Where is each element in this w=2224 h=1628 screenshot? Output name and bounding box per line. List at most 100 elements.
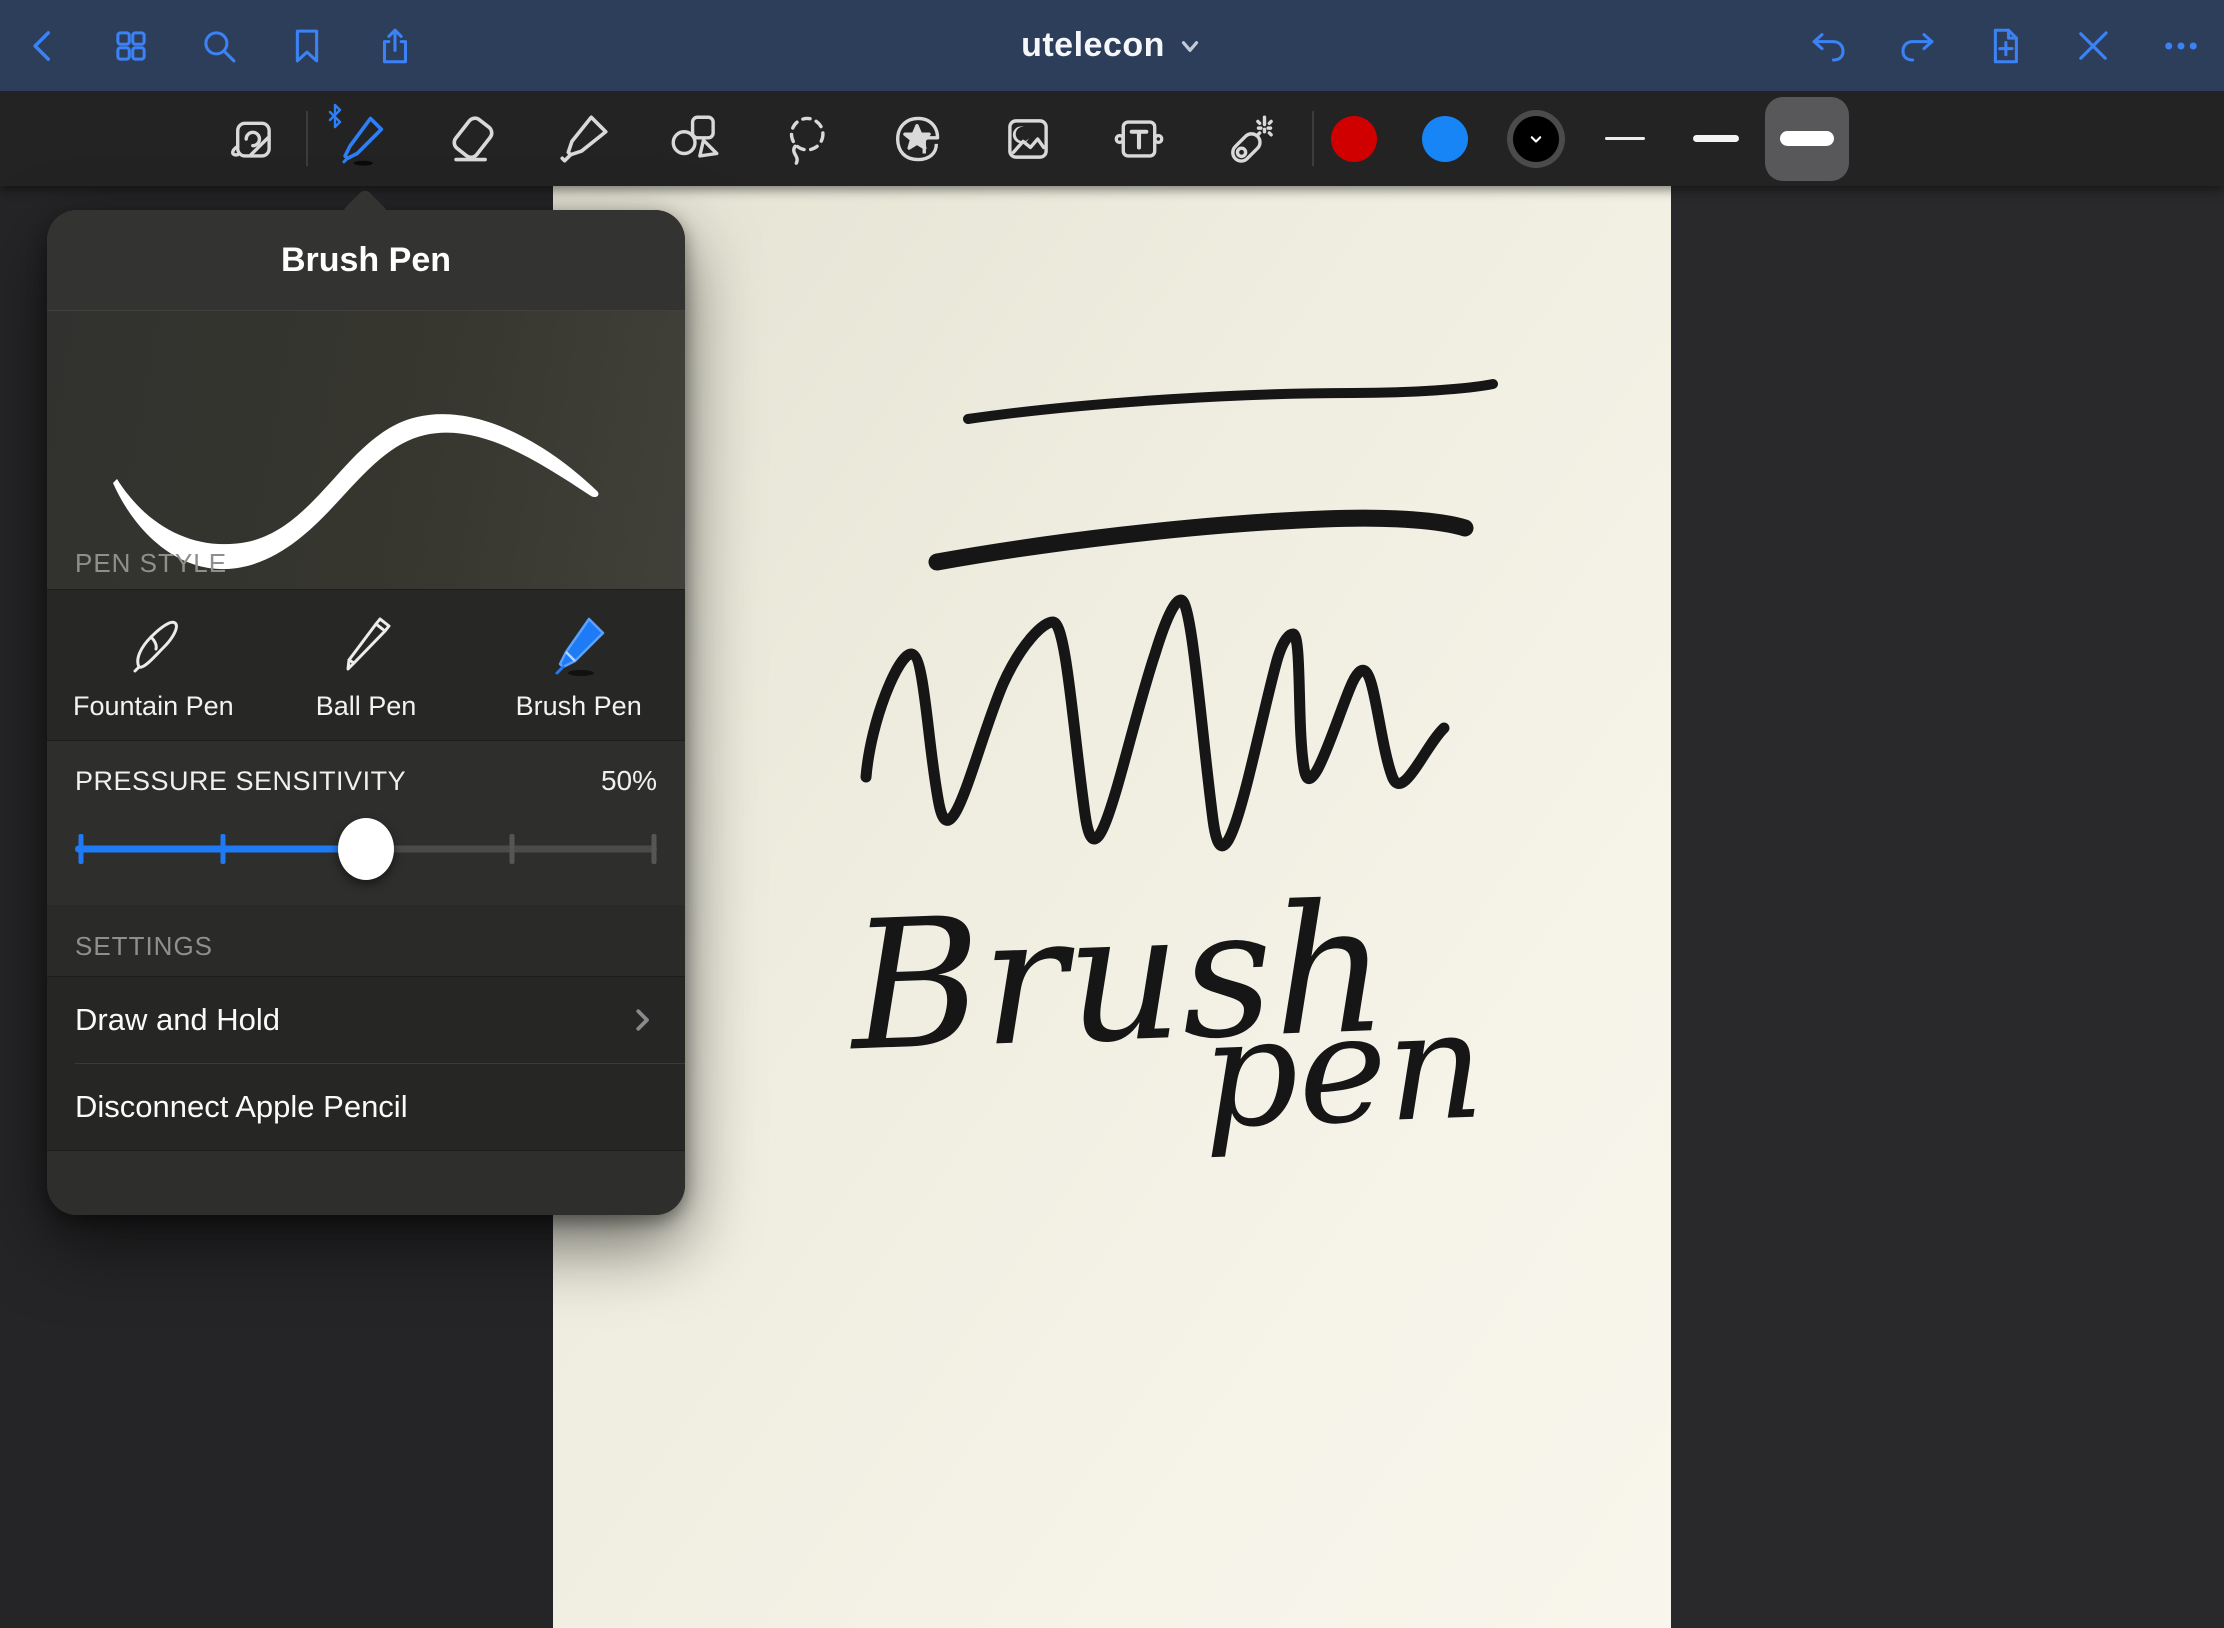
laser-pointer-tool-button[interactable] (1217, 103, 1283, 175)
tool-group (218, 91, 1283, 186)
eraser-icon (444, 110, 502, 168)
redo-icon (1896, 25, 1938, 67)
lasso-icon (777, 110, 835, 168)
slider-tick-0 (78, 834, 83, 864)
toolbar-divider (306, 111, 308, 166)
highlighter-tool-button[interactable] (551, 103, 617, 175)
draw-and-hold-row[interactable]: Draw and Hold (47, 977, 685, 1063)
undo-icon (1808, 25, 1850, 67)
settings-section-label: SETTINGS (75, 931, 213, 961)
pen-style-brush-pen-selected[interactable]: Brush Pen (472, 590, 685, 740)
brush-pen-icon-selected (543, 609, 615, 681)
pen-mode-toggle-button[interactable] (2070, 23, 2116, 69)
top-navigation-bar: utelecon (0, 0, 2224, 91)
search-icon (198, 25, 240, 67)
nav-left-group (20, 23, 418, 69)
elements-tool-button[interactable] (884, 103, 950, 175)
color-swatch-group (1325, 91, 1565, 186)
slider-thumb[interactable] (338, 818, 394, 880)
color-swatch-red[interactable] (1325, 110, 1383, 168)
pen-style-section-label: PEN STYLE (75, 548, 227, 579)
image-icon (999, 110, 1057, 168)
pen-style-fountain-pen[interactable]: Fountain Pen (47, 590, 260, 740)
undo-button[interactable] (1806, 23, 1852, 69)
stroke-width-thin-button[interactable] (1583, 97, 1667, 181)
title-chevron-down-icon[interactable] (1177, 33, 1203, 59)
fountain-pen-icon (117, 609, 189, 681)
medium-line-icon (1693, 135, 1739, 142)
disconnect-apple-pencil-label: Disconnect Apple Pencil (75, 1089, 408, 1125)
pen-mode-toggle-icon (2072, 25, 2114, 67)
settings-section: SETTINGS (47, 905, 685, 976)
stroke-preview-area: PEN STYLE (47, 311, 685, 589)
ink-strokes: Brush pen (553, 186, 1671, 1628)
thumbnails-button[interactable] (108, 23, 154, 69)
document-title[interactable]: utelecon (1021, 26, 1165, 65)
stroke-zigzag (866, 600, 1444, 846)
popover-header: Brush Pen (47, 210, 685, 311)
chevron-right-icon (627, 1005, 657, 1035)
slider-tick-75 (509, 834, 514, 864)
more-ellipsis-icon (2160, 25, 2202, 67)
color-swatch-black-selected[interactable] (1507, 110, 1565, 168)
ball-pen-icon (330, 609, 402, 681)
stroke-thick-line (937, 518, 1465, 562)
image-tool-button[interactable] (995, 103, 1061, 175)
pen-style-label: Ball Pen (316, 691, 417, 722)
shapes-icon (666, 110, 724, 168)
drawing-toolbar (0, 91, 2224, 186)
pen-style-label: Brush Pen (516, 691, 642, 722)
bluetooth-icon (325, 103, 345, 134)
redo-button[interactable] (1894, 23, 1940, 69)
lasso-tool-button[interactable] (773, 103, 839, 175)
back-icon (22, 25, 64, 67)
elements-sticker-icon (888, 110, 946, 168)
pressure-sensitivity-section: PRESSURE SENSITIVITY 50% (47, 741, 685, 905)
color-swatch-blue[interactable] (1416, 110, 1474, 168)
popover-footer (47, 1151, 685, 1215)
pressure-sensitivity-label: PRESSURE SENSITIVITY (75, 766, 406, 797)
text-tool-button[interactable] (1106, 103, 1172, 175)
bookmark-icon (286, 25, 328, 67)
search-button[interactable] (196, 23, 242, 69)
more-options-button[interactable] (2158, 23, 2204, 69)
pressure-slider[interactable] (75, 801, 657, 897)
laser-pointer-icon (1221, 110, 1279, 168)
pen-style-label: Fountain Pen (73, 691, 234, 722)
bookmark-button[interactable] (284, 23, 330, 69)
pressure-sensitivity-value: 50% (601, 765, 657, 797)
stroke-width-group (1583, 91, 1849, 186)
slider-tick-100 (652, 834, 657, 864)
brush-pen-popover: Brush Pen PEN STYLE Fountain Pen Ball Pe… (47, 210, 685, 1215)
eraser-tool-button[interactable] (440, 103, 506, 175)
shapes-tool-button[interactable] (662, 103, 728, 175)
panel-toggle-icon (222, 110, 280, 168)
highlighter-icon (555, 110, 613, 168)
draw-and-hold-label: Draw and Hold (75, 1002, 280, 1038)
thick-line-icon (1780, 131, 1834, 146)
text-icon (1110, 110, 1168, 168)
pen-tool-button[interactable] (329, 103, 395, 175)
pen-style-options: Fountain Pen Ball Pen Brush Pen (47, 589, 685, 741)
share-icon (374, 25, 416, 67)
disconnect-apple-pencil-row[interactable]: Disconnect Apple Pencil (47, 1064, 685, 1150)
stroke-thin-line (968, 384, 1493, 419)
notebook-page[interactable]: Brush pen (553, 186, 1671, 1628)
toolbar-divider (1312, 111, 1314, 166)
handwriting-group: Brush pen (844, 861, 1486, 1174)
panel-toggle-button[interactable] (218, 103, 284, 175)
thumbnails-grid-icon (110, 25, 152, 67)
pen-style-ball-pen[interactable]: Ball Pen (260, 590, 473, 740)
stroke-width-medium-button[interactable] (1674, 97, 1758, 181)
add-page-button[interactable] (1982, 23, 2028, 69)
popover-title: Brush Pen (281, 241, 451, 280)
slider-tick-25 (221, 834, 226, 864)
share-button[interactable] (372, 23, 418, 69)
nav-right-group (1806, 23, 2204, 69)
swatch-chevron-down-icon (1526, 129, 1546, 149)
stroke-width-thick-button[interactable] (1765, 97, 1849, 181)
back-button[interactable] (20, 23, 66, 69)
settings-rows: Draw and Hold Disconnect Apple Pencil (47, 976, 685, 1151)
handwriting-word2: pen (1199, 978, 1486, 1162)
add-page-icon (1984, 25, 2026, 67)
